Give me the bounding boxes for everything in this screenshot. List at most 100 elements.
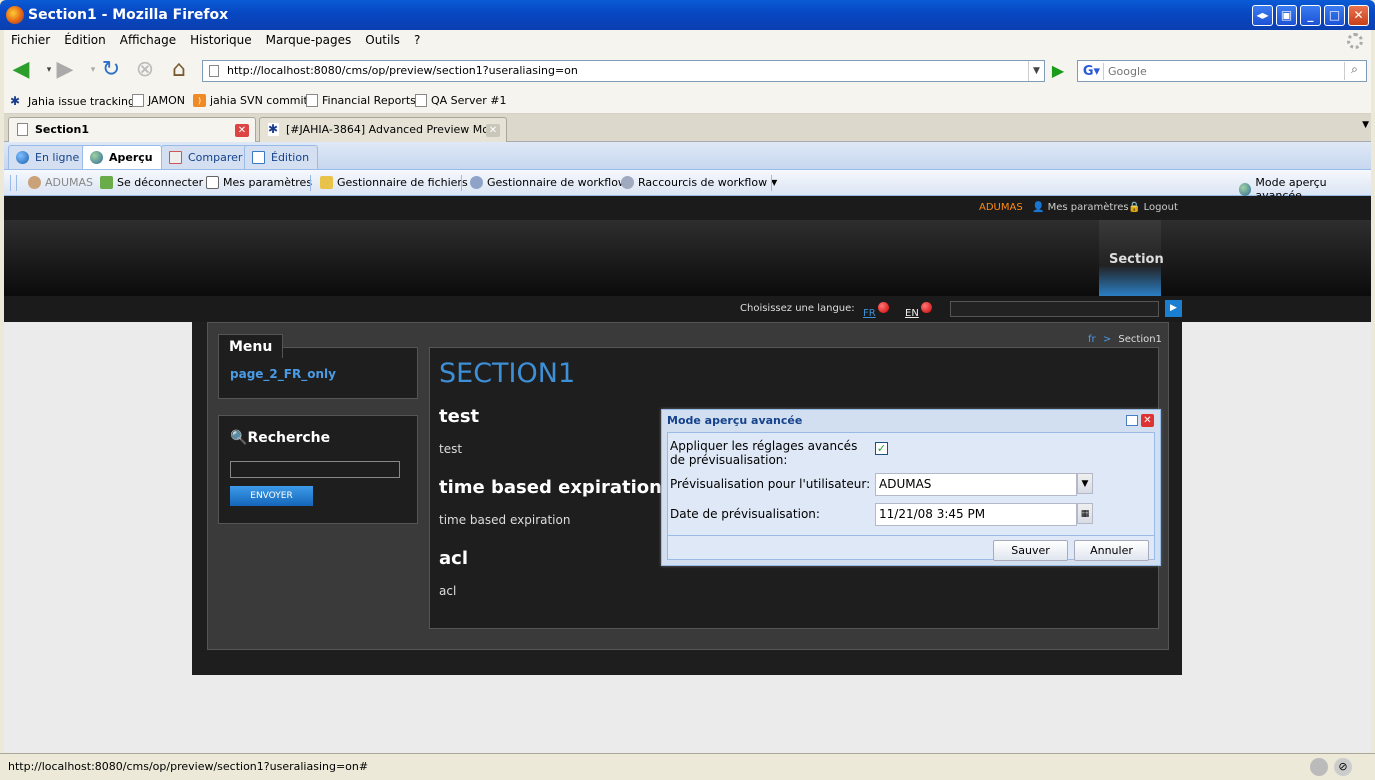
menu-affichage[interactable]: Affichage [113,30,183,50]
menu-fichier[interactable]: Fichier [4,30,57,50]
menu-bar: Fichier Édition Affichage Historique Marque-… [4,30,1371,52]
lang-en-link[interactable]: EN [905,308,919,319]
tab-comparer[interactable]: Comparer [161,145,252,169]
item-body: acl [439,584,457,598]
connection-status-icon [1310,758,1328,776]
stop-icon[interactable]: ⊗ [132,58,158,82]
bookmark-jahia-issue-tracking[interactable]: ✱ Jahia issue tracking [10,94,135,108]
menu-edition[interactable]: Édition [57,30,113,50]
calendar-icon[interactable]: ▦ [1077,503,1093,524]
toolbar-separator [10,175,11,191]
jahia-mode-bar: En ligne Aperçu Comparer Édition [4,142,1371,170]
file-manager-button[interactable]: Gestionnaire de fichiers [320,176,468,189]
google-engine-icon[interactable]: G▾ [1080,63,1104,80]
url-bar[interactable]: http://localhost:8080/cms/op/preview/sec… [202,60,1045,82]
menu-outils[interactable]: Outils [358,30,407,50]
jahia-toolbar: ADUMAS Se déconnecter Mes paramètres Ges… [4,170,1371,202]
close-tab-icon[interactable]: ✕ [486,124,500,137]
tab-section1[interactable]: Section1 ✕ [8,117,256,142]
minimize-button[interactable]: _ [1300,5,1321,26]
forward-arrow-icon[interactable]: ▶ [52,58,78,82]
save-button[interactable]: Sauver [993,540,1068,561]
site-sidebar-search-input[interactable] [230,461,400,478]
preview-date-field[interactable]: 11/21/08 3:45 PM [875,503,1077,526]
chevron-down-icon[interactable]: ▼ [1077,473,1093,494]
home-icon[interactable]: ⌂ [166,58,192,82]
back-arrow-icon[interactable]: ◀ [8,58,34,82]
tab-apercu[interactable]: Aperçu [82,145,162,169]
site-search-input[interactable] [950,301,1159,317]
envoyer-button[interactable]: ENVOYER [230,486,313,506]
menu-help[interactable]: ? [407,30,427,50]
lang-fr-link[interactable]: FR [863,308,876,319]
jahia-icon: ✱ [10,94,21,108]
item-title: time based expiration [439,477,662,498]
bookmark-jahia-svn[interactable]: ) jahia SVN committ [193,94,312,107]
item-title: acl [439,548,468,569]
reload-icon[interactable]: ↻ [98,58,124,82]
breadcrumb-home[interactable]: fr [1088,334,1096,345]
page-icon [306,94,318,107]
shortcuts-gear-icon [621,176,634,189]
logout-button[interactable]: Se déconnecter [100,176,203,189]
maximize-dialog-icon[interactable] [1126,415,1138,426]
search-box[interactable]: G▾ ⌕ [1077,60,1367,82]
site-username: ADUMAS [979,202,1023,213]
close-button[interactable]: ✕ [1348,5,1369,26]
bookmark-financial-reports[interactable]: Financial Reports [306,94,416,107]
fr-status-icon [878,302,889,313]
bookmark-jamon[interactable]: JAMON [132,94,185,107]
site-search-go-icon[interactable]: ▶ [1165,300,1182,317]
item-body: test [439,442,463,456]
dialog-title: Mode aperçu avancée [667,414,803,427]
tab-edition[interactable]: Édition [244,145,319,169]
cancel-button[interactable]: Annuler [1074,540,1149,561]
window-title: Section1 - Mozilla Firefox [28,7,229,23]
bookmark-qa-server[interactable]: QA Server #1 [415,94,506,107]
url-dropdown-icon[interactable]: ▼ [1028,61,1044,81]
menu-link-page2[interactable]: page_2_FR_only [230,367,336,381]
tab-view-icon[interactable]: ▣ [1276,5,1297,26]
menu-title: Menu [218,334,284,358]
search-input[interactable] [1108,63,1338,80]
restore-tabs-icon[interactable]: ◂▸ [1252,5,1273,26]
globe-preview-icon [90,151,103,164]
globe-icon [16,151,29,164]
apply-settings-label: Appliquer les réglages avancés de prévis… [670,439,858,467]
breadcrumb-current: Section1 [1118,334,1162,345]
magnifier-icon: 🔍 [230,430,248,446]
menu-marque-pages[interactable]: Marque-pages [259,30,359,50]
tab-list-dropdown-icon[interactable]: ▼ [1362,120,1369,130]
page-icon [209,65,219,77]
preview-date-label: Date de prévisualisation: [670,507,820,521]
nav-tab-section[interactable]: Section [1099,220,1164,296]
page-title: SECTION1 [439,358,576,389]
workflow-manager-button[interactable]: Gestionnaire de workflow [470,176,627,189]
menu-box: Menu page_2_FR_only [218,334,418,399]
close-dialog-icon[interactable]: ✕ [1141,414,1154,427]
search-box-site: 🔍Recherche ENVOYER [218,415,418,524]
search-icon[interactable]: ⌕ [1344,62,1364,80]
go-arrow-icon[interactable]: ▶ [1048,61,1068,81]
close-tab-icon[interactable]: ✕ [235,124,249,137]
menu-historique[interactable]: Historique [183,30,259,50]
item-body: time based expiration [439,513,571,527]
file-manager-icon [320,176,333,189]
site-logout-link[interactable]: 🔒 Logout [1128,202,1178,213]
maximize-button[interactable]: □ [1324,5,1345,26]
apply-settings-checkbox[interactable]: ✓ [875,442,888,455]
preview-user-field[interactable]: ADUMAS [875,473,1077,496]
language-bar: Choisissez une langue: FR EN ▶ [4,296,1371,322]
page-icon [132,94,144,107]
status-text: http://localhost:8080/cms/op/preview/sec… [8,760,369,773]
settings-button[interactable]: Mes paramètres [206,176,312,189]
rss-feed-icon: ) [193,94,206,107]
security-icon: ⊘ [1334,758,1352,776]
tab-jahia-3864[interactable]: ✱ [#JAHIA-3864] Advanced Preview Mo... ✕ [259,117,507,142]
tab-en-ligne[interactable]: En ligne [8,145,89,169]
preview-user-label: Prévisualisation pour l'utilisateur: [670,477,871,491]
workflow-shortcuts-button[interactable]: Raccourcis de workflow ▼ [621,176,777,189]
site-my-settings-link[interactable]: 👤 Mes paramètres [1032,202,1129,213]
status-bar: http://localhost:8080/cms/op/preview/sec… [0,753,1375,780]
globe-preview-icon [1239,182,1252,196]
